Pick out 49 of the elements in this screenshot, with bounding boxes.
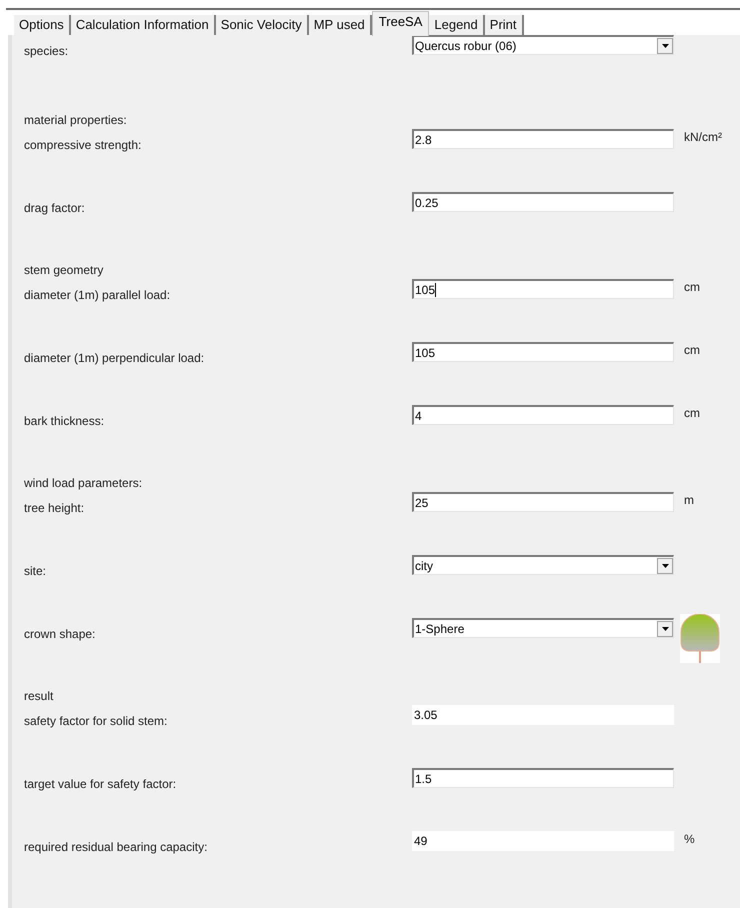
- field-label: species:: [23, 43, 70, 60]
- field-label: site:: [23, 563, 48, 580]
- tab[interactable]: Legend: [429, 15, 485, 35]
- field-label: drag factor:: [23, 200, 86, 217]
- input-field[interactable]: 2.8: [412, 129, 674, 149]
- result-field: 3.05: [412, 705, 674, 725]
- field-value: 105: [415, 282, 436, 296]
- input-field[interactable]: 1.5: [412, 768, 674, 788]
- input-field[interactable]: 0.25: [412, 192, 674, 212]
- field-value: 0.25: [415, 196, 440, 210]
- tab[interactable]: Calculation Information: [70, 15, 216, 35]
- unit-label: kN/cm²: [684, 129, 722, 146]
- field-label: required residual bearing capacity:: [23, 839, 208, 856]
- tab[interactable]: TreeSA: [372, 11, 430, 36]
- result-field: 49: [412, 831, 674, 851]
- input-field[interactable]: 25: [412, 492, 674, 512]
- field-value: 2.8: [415, 132, 433, 146]
- unit-label: cm: [684, 405, 700, 422]
- input-field[interactable]: 105: [412, 279, 674, 299]
- tab[interactable]: Options: [14, 15, 71, 35]
- tab[interactable]: MP used: [308, 15, 372, 35]
- dropdown[interactable]: Quercus robur (06): [412, 35, 674, 55]
- input-field[interactable]: 4: [412, 405, 674, 425]
- field-label: crown shape:: [23, 626, 96, 643]
- field-label: safety factor for solid stem:: [23, 713, 168, 730]
- field-label: target value for safety factor:: [23, 776, 178, 793]
- field-value: 25: [415, 496, 430, 510]
- unit-label: %: [684, 831, 695, 848]
- input-field[interactable]: 105: [412, 342, 674, 362]
- unit-label: cm: [684, 279, 700, 296]
- section-heading: stem geometry: [23, 262, 104, 279]
- field-label: bark thickness:: [23, 413, 106, 430]
- tab[interactable]: Sonic Velocity: [216, 15, 309, 35]
- section-heading: material properties:: [23, 112, 128, 129]
- field-label: compressive strength:: [23, 137, 142, 154]
- tree-crown-icon: [680, 614, 720, 663]
- unit-label: cm: [684, 342, 700, 359]
- field-label: diameter (1m) parallel load:: [23, 287, 172, 304]
- section-heading: result: [23, 688, 54, 705]
- dropdown[interactable]: city: [412, 555, 674, 575]
- field-value: 1.5: [415, 772, 433, 786]
- tab[interactable]: Print: [484, 15, 524, 35]
- field-label: tree height:: [23, 500, 86, 517]
- field-value: 4: [415, 408, 423, 422]
- field-label: diameter (1m) perpendicular load:: [23, 350, 206, 367]
- field-value: 105: [415, 346, 436, 360]
- section-heading: wind load parameters:: [23, 475, 144, 492]
- dropdown[interactable]: 1-Sphere: [412, 618, 674, 638]
- unit-label: m: [684, 492, 694, 509]
